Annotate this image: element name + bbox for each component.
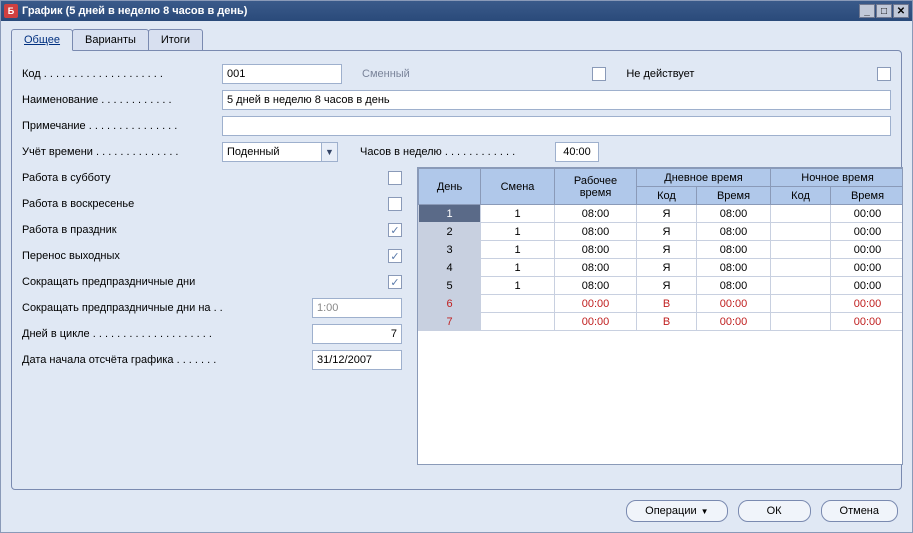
table-row[interactable]: 3108:00Я08:0000:00: [419, 241, 904, 259]
sunday-checkbox[interactable]: [388, 197, 402, 211]
shorten-by-input[interactable]: 1:00: [312, 298, 402, 318]
tab-results[interactable]: Итоги: [148, 29, 203, 51]
table-row[interactable]: 4108:00Я08:0000:00: [419, 259, 904, 277]
minimize-button[interactable]: _: [859, 4, 875, 18]
shorten-preholiday-label: Сокращать предпраздничные дни: [22, 276, 388, 288]
window-title: График (5 дней в неделю 8 часов в день): [22, 5, 859, 17]
tab-panel-general: Код . . . . . . . . . . . . . . . . . . …: [11, 50, 902, 490]
schedule-table[interactable]: День Смена Рабочее время Дневное время Н…: [417, 167, 903, 465]
hours-week-label: Часов в неделю . . . . . . . . . . . .: [360, 146, 555, 158]
th-day-time: Дневное время: [637, 169, 771, 187]
window: Б График (5 дней в неделю 8 часов в день…: [0, 0, 913, 533]
saturday-checkbox[interactable]: [388, 171, 402, 185]
th-day-code: Код: [637, 187, 697, 205]
chevron-down-icon: ▼: [701, 507, 709, 516]
note-input[interactable]: [222, 116, 891, 136]
start-date-label: Дата начала отсчёта графика . . . . . . …: [22, 354, 312, 366]
th-night-time-val: Время: [831, 187, 903, 205]
footer-buttons: Операции ▼ ОК Отмена: [626, 500, 898, 522]
inactive-label: Не действует: [626, 68, 694, 80]
operations-button[interactable]: Операции ▼: [626, 500, 727, 522]
name-input[interactable]: 5 дней в неделю 8 часов в день: [222, 90, 891, 110]
shift-checkbox[interactable]: [592, 67, 606, 81]
table-row[interactable]: 1108:00Я08:0000:00: [419, 205, 904, 223]
th-day: День: [419, 169, 481, 205]
ok-button[interactable]: ОК: [738, 500, 811, 522]
close-button[interactable]: ✕: [893, 4, 909, 18]
table-row[interactable]: 700:00В00:0000:00: [419, 313, 904, 331]
shorten-preholiday-checkbox[interactable]: ✓: [388, 275, 402, 289]
table-row[interactable]: 5108:00Я08:0000:00: [419, 277, 904, 295]
code-label: Код . . . . . . . . . . . . . . . . . . …: [22, 68, 222, 80]
th-night-code: Код: [771, 187, 831, 205]
move-weekends-label: Перенос выходных: [22, 250, 388, 262]
code-input[interactable]: 001: [222, 64, 342, 84]
shorten-by-label: Сокращать предпраздничные дни на . .: [22, 302, 312, 314]
cycle-days-label: Дней в цикле . . . . . . . . . . . . . .…: [22, 328, 312, 340]
time-acct-input[interactable]: [222, 142, 322, 162]
th-day-time-val: Время: [697, 187, 771, 205]
cancel-button[interactable]: Отмена: [821, 500, 898, 522]
titlebar: Б График (5 дней в неделю 8 часов в день…: [1, 1, 912, 21]
note-label: Примечание . . . . . . . . . . . . . . .: [22, 120, 222, 132]
tabstrip: Общее Варианты Итоги: [11, 29, 902, 51]
saturday-label: Работа в субботу: [22, 172, 388, 184]
tab-general[interactable]: Общее: [11, 29, 73, 51]
shift-label: Сменный: [362, 68, 410, 80]
app-icon: Б: [4, 4, 18, 18]
content-area: Общее Варианты Итоги Код . . . . . . . .…: [1, 21, 912, 532]
inactive-checkbox[interactable]: [877, 67, 891, 81]
maximize-button[interactable]: □: [876, 4, 892, 18]
move-weekends-checkbox[interactable]: ✓: [388, 249, 402, 263]
time-acct-label: Учёт времени . . . . . . . . . . . . . .: [22, 146, 222, 158]
sunday-label: Работа в воскресенье: [22, 198, 388, 210]
start-date-input[interactable]: 31/12/2007: [312, 350, 402, 370]
chevron-down-icon[interactable]: ▼: [322, 142, 338, 162]
th-shift: Смена: [481, 169, 555, 205]
table-row[interactable]: 2108:00Я08:0000:00: [419, 223, 904, 241]
hours-week-input[interactable]: 40:00: [555, 142, 599, 162]
table-row[interactable]: 600:00В00:0000:00: [419, 295, 904, 313]
name-label: Наименование . . . . . . . . . . . .: [22, 94, 222, 106]
th-night-time: Ночное время: [771, 169, 903, 187]
holiday-checkbox[interactable]: ✓: [388, 223, 402, 237]
holiday-label: Работа в праздник: [22, 224, 388, 236]
tab-variants[interactable]: Варианты: [72, 29, 149, 51]
cycle-days-input[interactable]: 7: [312, 324, 402, 344]
time-acct-combo[interactable]: ▼: [222, 142, 338, 162]
th-work-time: Рабочее время: [555, 169, 637, 205]
